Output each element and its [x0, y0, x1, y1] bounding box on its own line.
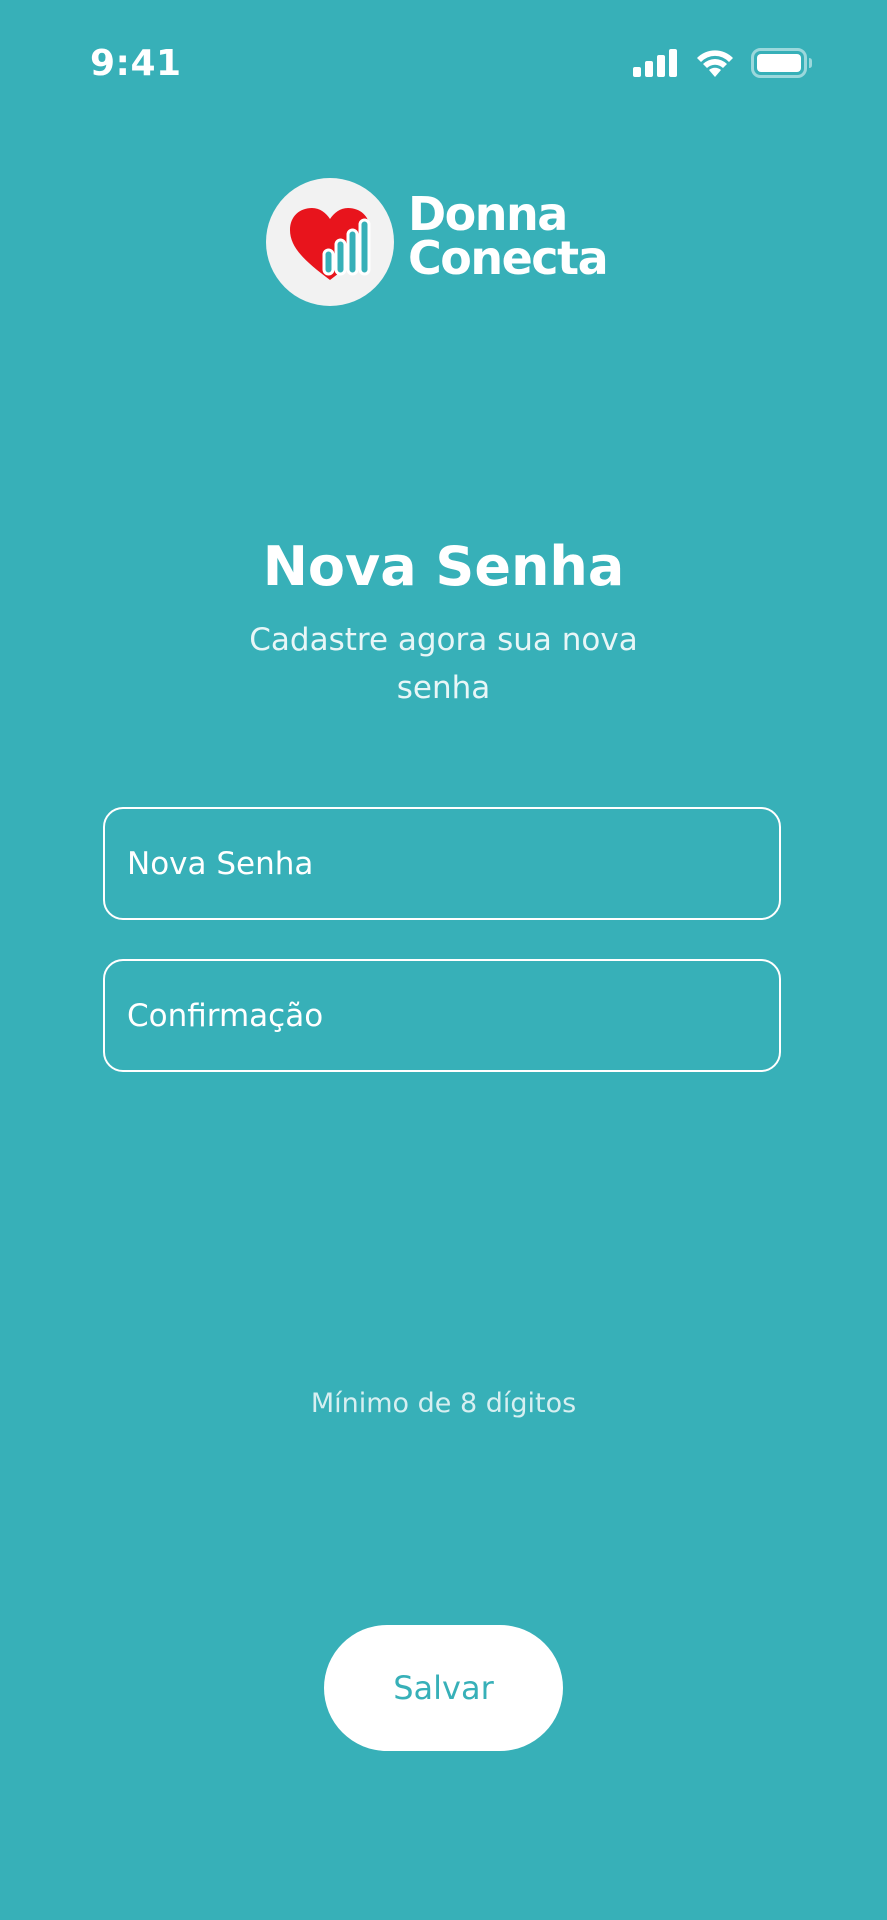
- battery-icon: [751, 48, 813, 82]
- cellular-signal-icon: [633, 49, 679, 81]
- status-icons: [633, 48, 813, 82]
- logo-line-2: Conecta: [408, 231, 609, 285]
- donna-conecta-logo: Donna Conecta: [266, 178, 626, 306]
- wifi-icon: [695, 48, 735, 82]
- page-subtitle: Cadastre agora sua nova senha: [249, 622, 638, 706]
- confirmation-field[interactable]: [103, 959, 781, 1072]
- status-bar: 9:41: [0, 0, 887, 130]
- status-time: 9:41: [90, 43, 182, 84]
- new-password-input[interactable]: [127, 809, 779, 918]
- logo-wordmark: Donna Conecta: [408, 187, 609, 285]
- logo-line-1: Donna: [408, 187, 568, 241]
- password-hint: Mínimo de 8 dígitos: [310, 1388, 577, 1419]
- new-password-field[interactable]: [103, 807, 781, 920]
- save-button[interactable]: Salvar: [324, 1625, 563, 1751]
- confirmation-input[interactable]: [127, 961, 779, 1070]
- heart-signal-icon: [266, 178, 394, 306]
- page-title: Nova Senha: [262, 535, 625, 598]
